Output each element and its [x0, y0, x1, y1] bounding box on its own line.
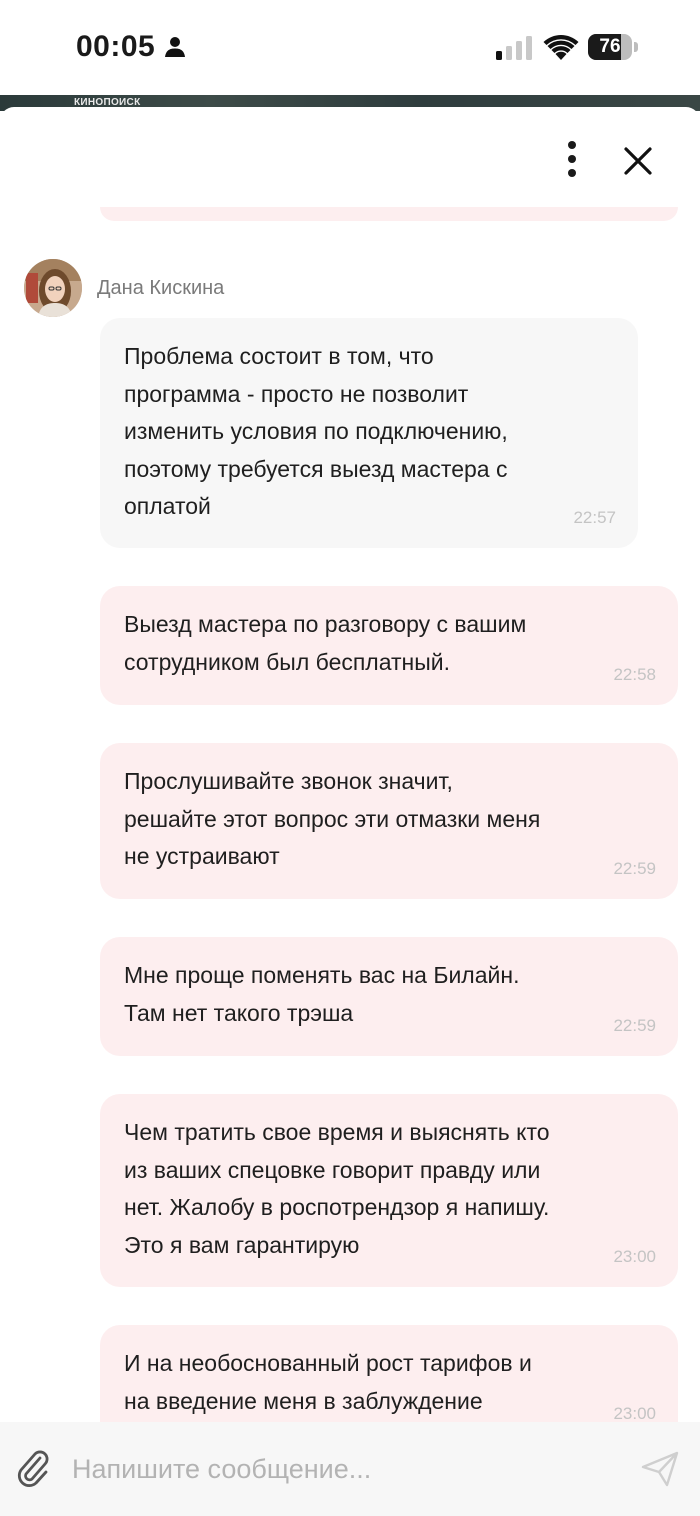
message-time: 23:00: [613, 1404, 656, 1423]
message-bubble: Проблема состоит в том, что программа - …: [100, 318, 638, 548]
wifi-icon: [543, 35, 579, 60]
sender-name: Дана Кискина: [97, 277, 225, 299]
message-text: Прослушивайте звонок значит, решайте это…: [124, 768, 541, 869]
send-icon[interactable]: [640, 1450, 680, 1488]
message-text: И на необоснованный рост тарифов и на вв…: [124, 1350, 532, 1414]
chat-header: [0, 107, 700, 207]
message-text: Проблема состоит в том, что программа - …: [124, 343, 508, 519]
message-bubble: Прослушивайте звонок значит, решайте это…: [100, 743, 678, 899]
cellular-signal-icon: [496, 36, 532, 60]
message-composer: [0, 1422, 700, 1516]
message-bubble: Чем тратить свое время и выяснять кто из…: [100, 1094, 678, 1287]
message-time: 22:57: [573, 508, 616, 527]
previous-message-bubble: [100, 207, 678, 221]
status-time: 00:05: [76, 30, 156, 63]
person-icon: [165, 37, 185, 57]
more-options-button[interactable]: [556, 141, 590, 185]
message-text: Мне проще поменять вас на Билайн. Там не…: [124, 962, 520, 1026]
message-bubble: Мне проще поменять вас на Билайн. Там не…: [100, 937, 678, 1056]
message-text: Выезд мастера по разговору с вашим сотру…: [124, 611, 527, 675]
battery-indicator: 76: [588, 34, 638, 60]
chat-sheet: Дана Кискина Проблема состоит в том, что…: [0, 107, 700, 1516]
paperclip-icon[interactable]: [14, 1448, 50, 1488]
battery-percent: 76: [599, 36, 621, 57]
avatar: [24, 259, 82, 317]
message-time: 22:59: [613, 859, 656, 878]
message-text: Чем тратить свое время и выяснять кто из…: [124, 1119, 550, 1258]
message-time: 22:58: [613, 665, 656, 684]
message-input[interactable]: [72, 1446, 612, 1492]
message-time: 22:59: [613, 1016, 656, 1035]
message-time: 23:00: [613, 1247, 656, 1266]
message-bubble: Выезд мастера по разговору с вашим сотру…: [100, 586, 678, 705]
close-icon[interactable]: [618, 141, 658, 181]
status-bar: 00:05 76: [0, 0, 700, 95]
